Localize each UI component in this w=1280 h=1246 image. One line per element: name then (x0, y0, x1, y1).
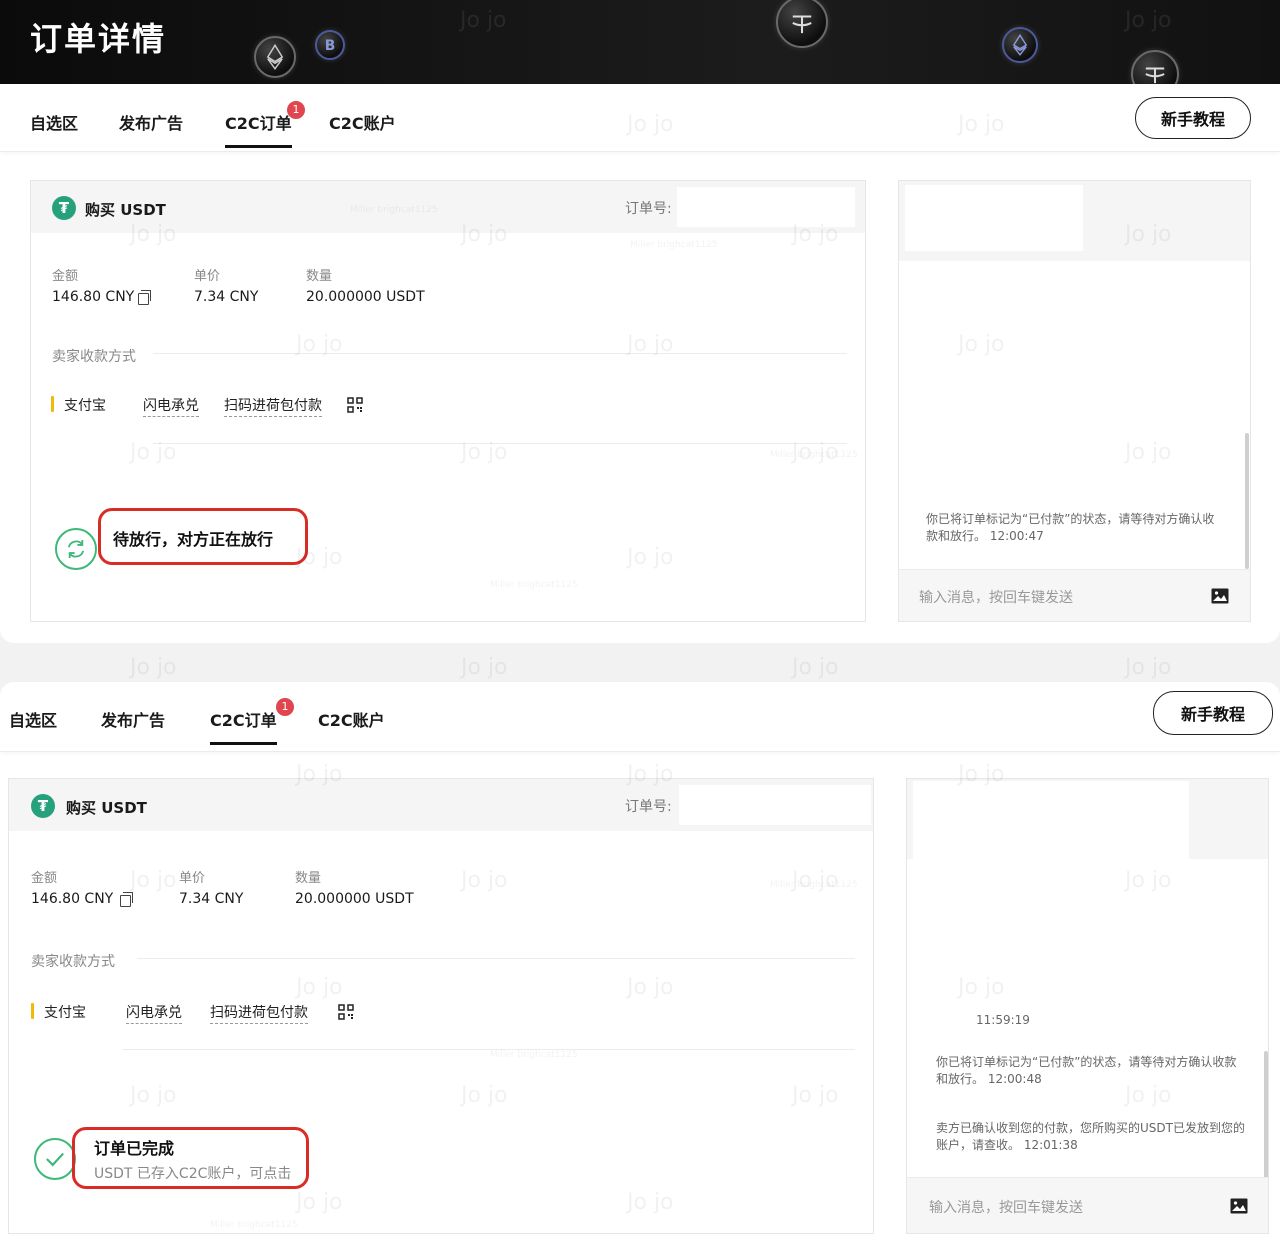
counterparty-redacted (913, 781, 1189, 859)
chat-timestamp: 11:59:19 (976, 1013, 1030, 1027)
chat-scrollbar[interactable] (1245, 433, 1249, 569)
quantity-value: 20.000000 USDT (295, 891, 414, 907)
divider (153, 353, 847, 354)
chat-scrollbar[interactable] (1264, 1051, 1268, 1179)
seller-payment-label: 卖家收款方式 (31, 954, 115, 970)
chat-input-bar: 输入消息，按回车键发送 (899, 569, 1250, 621)
tutorial-button[interactable]: 新手教程 (1153, 691, 1273, 735)
divider (153, 443, 847, 444)
tether-coin-icon (776, 0, 828, 48)
chat-message: 卖方已确认收到您的付款，您所购买的USDT已发放到您的账户，请查收。 12:01… (936, 1121, 1245, 1152)
status-subtitle[interactable]: USDT 已存入C2C账户，可点击 (94, 1163, 291, 1183)
tutorial-button[interactable]: 新手教程 (1135, 97, 1251, 139)
unit-price-label: 单价 (194, 269, 221, 284)
scan-pay-link[interactable]: 扫码进荷包付款 (224, 395, 322, 417)
quantity-label: 数量 (295, 871, 322, 886)
status-text: 待放行，对方正在放行 (113, 530, 274, 549)
amount-label: 金额 (31, 871, 58, 886)
tab-watchlist[interactable]: 自选区 (30, 110, 78, 134)
counterparty-redacted (905, 185, 1083, 251)
image-upload-icon[interactable] (1230, 1198, 1248, 1214)
order-number-label: 订单号: (625, 799, 672, 815)
tab-watchlist[interactable]: 自选区 (9, 707, 57, 731)
tab-post-ad[interactable]: 发布广告 (119, 110, 183, 134)
ethereum-coin-icon (254, 36, 296, 78)
order-card: ₮ 购买 USDT 订单号: 金额 146.80 CNY 单价 7.34 CNY… (30, 180, 866, 622)
payment-method: 支付宝 (64, 398, 106, 414)
watermark: Jo jo (792, 655, 839, 680)
chat-message: 你已将订单标记为“已付款”的状态，请等待对方确认收款和放行。 12:00:47 (926, 512, 1215, 543)
watermark: Jo jo (130, 655, 177, 680)
copy-icon[interactable] (120, 892, 133, 907)
message-input[interactable]: 输入消息，按回车键发送 (929, 1197, 1083, 1217)
order-count-badge: 1 (276, 698, 294, 716)
amount-value: 146.80 CNY (31, 891, 114, 907)
tab-c2c-orders[interactable]: C2C订单 (225, 110, 292, 148)
bitcoin-coin-icon: B (315, 30, 345, 60)
buy-title: 购买 USDT (85, 201, 166, 219)
scan-pay-link[interactable]: 扫码进荷包付款 (210, 1002, 308, 1024)
order-count-badge: 1 (287, 101, 305, 119)
unit-price-value: 7.34 CNY (179, 891, 244, 907)
watermark: Jo jo (461, 655, 508, 680)
amount-label: 金额 (52, 269, 79, 284)
unit-price-label: 单价 (179, 871, 206, 886)
tab-c2c-account[interactable]: C2C账户 (318, 707, 385, 731)
tab-post-ad[interactable]: 发布广告 (101, 707, 165, 731)
flash-exchange-link[interactable]: 闪电承兑 (143, 395, 199, 417)
quantity-value: 20.000000 USDT (306, 289, 425, 305)
message-input[interactable]: 输入消息，按回车键发送 (919, 587, 1073, 607)
qr-code-icon[interactable] (338, 1004, 354, 1020)
divider (137, 958, 855, 959)
order-card: ₮ 购买 USDT 订单号: 金额 146.80 CNY 单价 7.34 CNY… (8, 778, 874, 1234)
watermark: Jo jo (1125, 655, 1172, 680)
tab-c2c-orders[interactable]: C2C订单 (210, 707, 277, 745)
chat-panel: 11:59:19 你已将订单标记为“已付款”的状态，请等待对方确认收款和放行。 … (906, 778, 1269, 1234)
tether-icon: ₮ (52, 196, 76, 220)
order-number-redacted (679, 785, 871, 825)
c2c-nav-bar: 自选区 发布广告 C2C订单 1 C2C账户 新手教程 (0, 84, 1280, 152)
seller-payment-label: 卖家收款方式 (52, 349, 136, 365)
order-card-header: ₮ 购买 USDT 订单号: (9, 779, 873, 831)
chat-input-bar: 输入消息，按回车键发送 (907, 1177, 1268, 1233)
status-title: 订单已完成 (94, 1139, 175, 1158)
c2c-nav-bar: 自选区 发布广告 C2C订单 1 C2C账户 新手教程 (0, 684, 1280, 752)
refresh-status-icon (55, 528, 97, 570)
svg-text:B: B (325, 38, 336, 54)
qr-code-icon[interactable] (347, 397, 363, 413)
copy-icon[interactable] (138, 290, 151, 305)
order-panel-completed: 自选区 发布广告 C2C订单 1 C2C账户 新手教程 ₮ 购买 USDT 订单… (0, 682, 1280, 1246)
tether-icon: ₮ (31, 794, 55, 818)
amount-value: 146.80 CNY (52, 289, 135, 305)
page-title: 订单详情 (30, 20, 167, 58)
order-number-redacted (677, 187, 855, 227)
ethereum-coin-icon (1002, 27, 1038, 63)
alipay-marker (51, 396, 54, 412)
alipay-marker (31, 1003, 34, 1019)
tether-coin-icon (1131, 50, 1179, 84)
order-number-label: 订单号: (625, 201, 672, 217)
page-header: 订单详情 B (0, 0, 1280, 84)
flash-exchange-link[interactable]: 闪电承兑 (126, 1002, 182, 1024)
chat-panel: 你已将订单标记为“已付款”的状态，请等待对方确认收款和放行。 12:00:47 … (898, 180, 1251, 622)
quantity-label: 数量 (306, 269, 333, 284)
image-upload-icon[interactable] (1211, 588, 1229, 604)
buy-title: 购买 USDT (66, 799, 147, 817)
check-status-icon (34, 1138, 76, 1180)
chat-message: 你已将订单标记为“已付款”的状态，请等待对方确认收款和放行。 12:00:48 (936, 1055, 1237, 1086)
payment-method: 支付宝 (44, 1005, 86, 1021)
unit-price-value: 7.34 CNY (194, 289, 259, 305)
divider (123, 1049, 855, 1050)
order-card-header: ₮ 购买 USDT 订单号: (31, 181, 865, 233)
tab-c2c-account[interactable]: C2C账户 (329, 110, 396, 134)
order-panel-pending: 自选区 发布广告 C2C订单 1 C2C账户 新手教程 ₮ 购买 USDT 订单… (0, 84, 1280, 643)
